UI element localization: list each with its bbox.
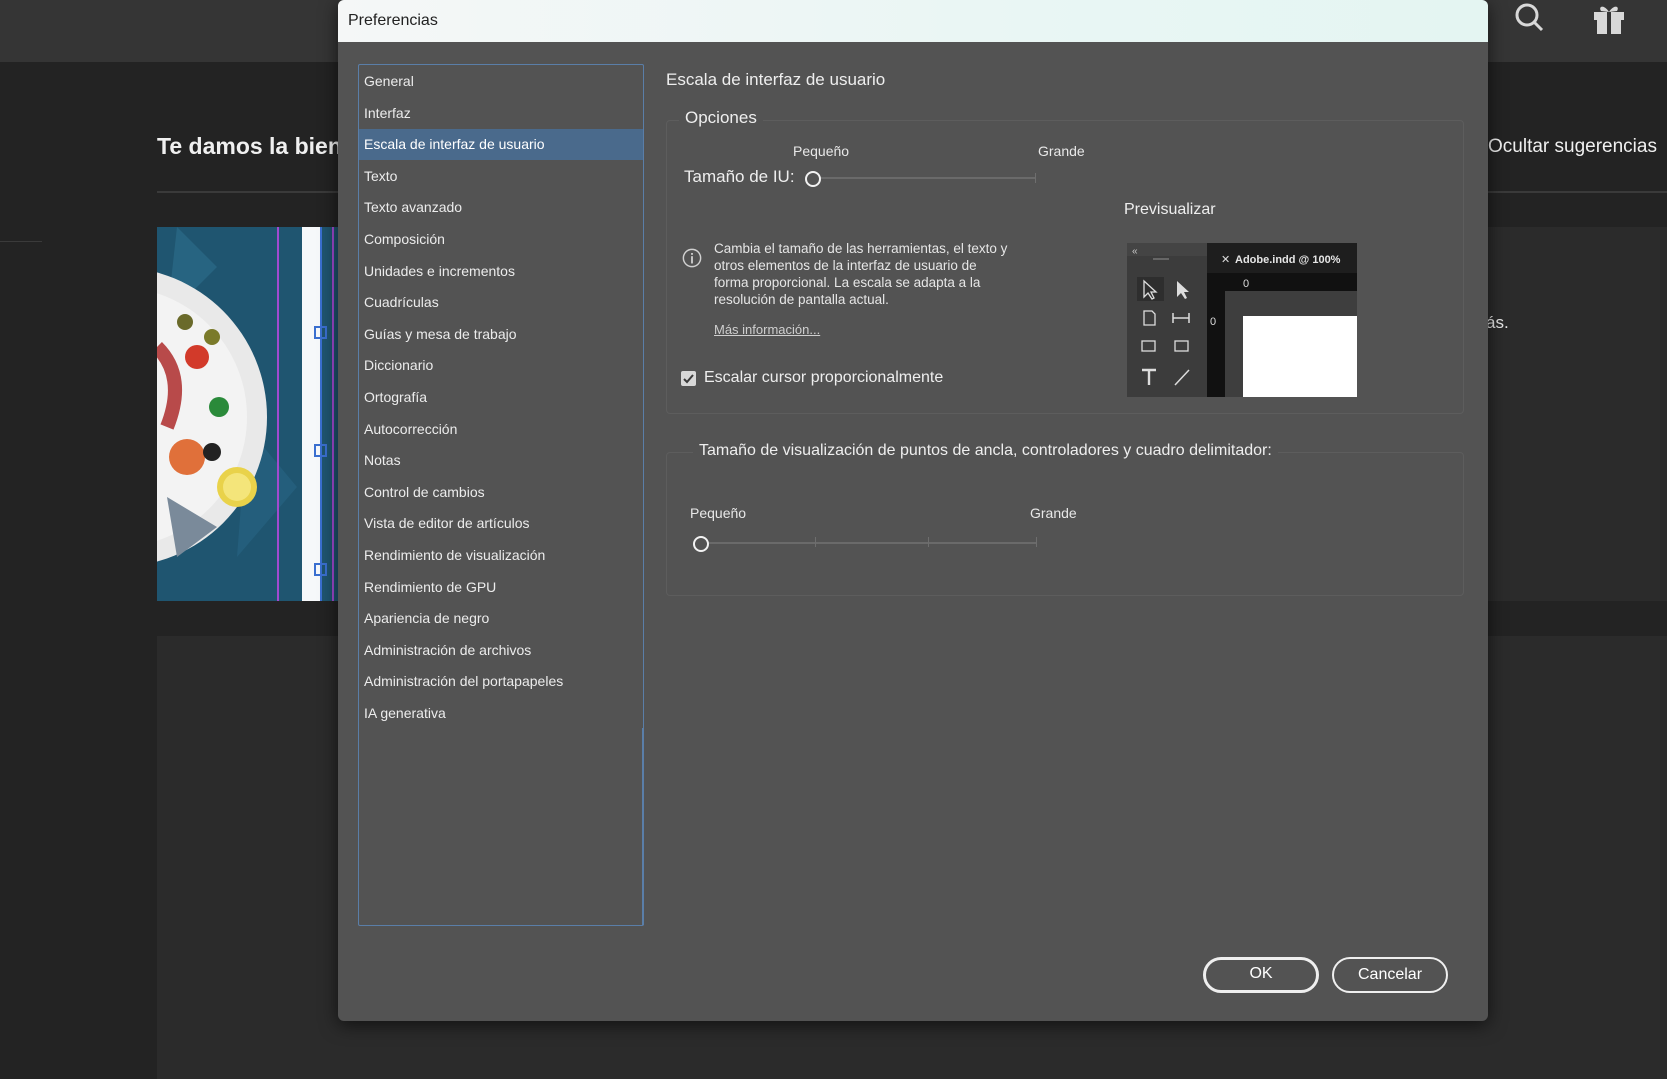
search-icon[interactable] [1510,0,1550,40]
preview-ruler-zero-h: 0 [1243,278,1249,290]
anchor-size-slider-tick [928,537,929,547]
nav-item[interactable]: Diccionario [359,350,643,381]
preferences-nav-list[interactable]: General Interfaz Escala de interfaz de usu… [358,64,644,926]
nav-item[interactable]: Apariencia de negro [359,603,643,634]
card-text: ás. [1486,313,1509,332]
anchor-large-label: Grande [1030,505,1077,521]
nav-item[interactable]: General [359,66,643,97]
anchor-size-slider-tick [815,537,816,547]
anchor-small-label: Pequeño [690,505,747,521]
nav-item[interactable]: Texto [359,161,643,192]
anchor-size-slider-tick [1036,537,1037,547]
more-info-link[interactable]: Más información... [714,322,820,337]
nav-item[interactable]: Interfaz [359,98,643,129]
ui-size-small-label: Pequeño [793,143,850,159]
ui-size-slider-knob[interactable] [805,171,821,187]
ui-scale-preview: « ✕ Adobe.indd @ 100% 0 0 [1127,243,1357,397]
preview-tab-label: Adobe.indd @ 100% [1235,254,1341,266]
nav-item[interactable]: Texto avanzado [359,192,643,223]
options-group-title: Opciones [679,108,763,128]
ui-size-slider-tick [1035,173,1036,183]
cancel-button[interactable]: Cancelar [1332,957,1448,993]
nav-item[interactable]: Rendimiento de visualización [359,540,643,571]
nav-item[interactable]: Guías y mesa de trabajo [359,319,643,350]
ui-scale-description: Cambia el tamaño de las herramientas, el… [714,241,1008,307]
ui-size-large-label: Grande [1038,143,1085,159]
nav-list-border [642,728,644,925]
scale-cursor-label[interactable]: Escalar cursor proporcionalmente [704,369,943,387]
nav-item[interactable]: Administración del portapapeles [359,666,643,697]
nav-item[interactable]: Control de cambios [359,477,643,508]
info-icon [682,248,702,268]
anchor-display-group-title: Tamaño de visualización de puntos de anc… [693,442,1278,460]
nav-item[interactable]: Composición [359,224,643,255]
divider [0,241,42,242]
anchor-size-slider-knob[interactable] [693,536,709,552]
preview-ruler-zero-v: 0 [1210,316,1216,328]
nav-item[interactable]: Administración de archivos [359,635,643,666]
scale-cursor-checkbox[interactable] [681,371,696,386]
nav-item[interactable]: Escala de interfaz de usuario [359,129,643,161]
nav-item[interactable]: Ortografía [359,382,643,413]
nav-item[interactable]: Vista de editor de artículos [359,508,643,539]
ui-size-slider-track[interactable] [813,177,1035,179]
nav-item[interactable]: Unidades e incrementos [359,256,643,287]
nav-item[interactable]: Rendimiento de GPU [359,572,643,603]
svg-text:✕: ✕ [1221,254,1230,266]
anchor-size-slider-track[interactable] [706,542,1036,544]
nav-item[interactable]: Cuadrículas [359,287,643,318]
welcome-title: Te damos la bienve [157,133,368,159]
preview-label: Previsualizar [1124,201,1216,218]
nav-item[interactable]: IA generativa [359,698,643,729]
preferences-dialog: Preferencias General Interfaz Escala de in… [338,0,1488,1021]
nav-item[interactable]: Notas [359,445,643,476]
ok-button[interactable]: OK [1203,957,1319,993]
anchor-display-group [666,452,1464,596]
food-image [157,227,340,601]
hide-suggestions-link[interactable]: Ocultar sugerencias [1488,136,1657,158]
preview-collapse-glyph: « [1132,246,1138,257]
section-title: Escala de interfaz de usuario [666,70,886,89]
gift-icon[interactable] [1590,0,1630,40]
nav-item[interactable]: Autocorrección [359,414,643,445]
checkmark-icon [683,374,694,384]
dialog-title: Preferencias [348,12,438,29]
ui-size-label: Tamaño de IU: [684,167,795,186]
dialog-titlebar[interactable]: Preferencias [338,0,1488,42]
